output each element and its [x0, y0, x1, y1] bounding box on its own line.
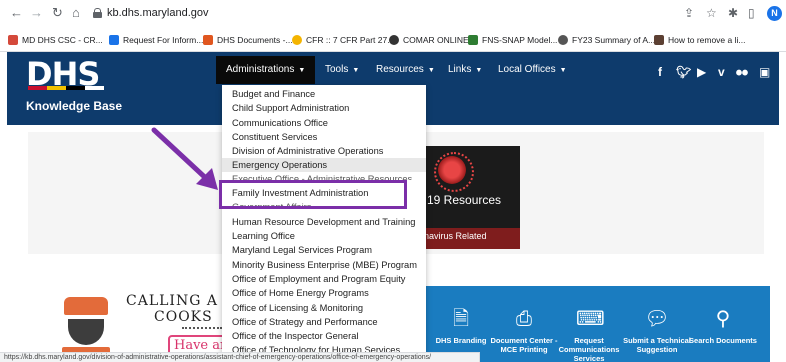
maryland-flag-stripe — [28, 86, 104, 90]
nav-resources[interactable]: Resources ▼ — [376, 56, 435, 84]
keyboard-icon: ⌨ — [576, 308, 605, 330]
quick-links-panel: 🗎︎ DHS Branding ⎙ Document Center - MCE … — [426, 286, 770, 362]
youtube-icon[interactable]: ▶ — [697, 65, 706, 79]
bookmark-favicon-icon — [8, 35, 18, 45]
bookmark-item[interactable]: How to remove a li... — [654, 34, 745, 46]
document-icon: 🗎︎ — [452, 308, 470, 330]
covid-tile-title: 19 Resources — [427, 193, 502, 207]
caret-down-icon: ▼ — [352, 67, 360, 74]
magnifier-icon: ⚲ — [715, 308, 731, 330]
calling-all-cooks-ad[interactable]: CALLING A COOKS Have any — [60, 285, 226, 362]
tile-document-center[interactable]: ⎙ Document Center - MCE Printing — [489, 286, 559, 362]
bookmark-favicon-icon — [468, 35, 478, 45]
dropdown-item[interactable]: Office of the Inspector General — [222, 329, 426, 343]
dropdown-item[interactable]: Child Support Administration — [222, 101, 426, 115]
tile-technical-suggestion[interactable]: 💬︎ Submit a Technical Suggestion — [622, 286, 692, 362]
bookmark-item[interactable]: FY23 Summary of A... — [558, 34, 655, 46]
administrations-dropdown: Budget and Finance Child Support Adminis… — [222, 85, 426, 362]
flickr-icon[interactable]: ⦁⦁ — [736, 65, 748, 79]
caret-down-icon: ▼ — [298, 67, 306, 74]
dropdown-item[interactable]: Constituent Services — [222, 130, 426, 144]
bookmark-item[interactable]: COMAR ONLINE — [389, 34, 469, 46]
caret-down-icon: ▼ — [427, 67, 435, 74]
ad-divider — [182, 327, 222, 330]
dropdown-item[interactable]: Office of Employment and Program Equity — [222, 272, 426, 286]
dropdown-item[interactable]: Learning Office — [222, 229, 426, 243]
covid-resources-tile[interactable]: 19 Resources navirus Related — [418, 146, 520, 249]
dhs-logo[interactable]: DHS — [26, 55, 116, 93]
bookmark-item[interactable]: FNS-SNAP Model... — [468, 34, 557, 46]
browser-toolbar: ← → ↻ ⌂ kb.dhs.maryland.gov ⇪ ☆ ✱ ▯ N — [0, 0, 786, 28]
bookmark-item[interactable]: MD DHS CSC - CR... — [8, 34, 103, 46]
dropdown-item[interactable]: Office of Licensing & Monitoring — [222, 301, 426, 315]
bookmark-item[interactable]: DHS Documents -... — [203, 34, 293, 46]
stand-mixer-icon — [60, 297, 112, 357]
camera-icon[interactable]: ▣ — [759, 65, 770, 79]
pointer-arrow-icon — [151, 127, 218, 190]
twitter-icon[interactable]: 🐦︎ — [676, 65, 691, 79]
dropdown-item[interactable]: Office of Strategy and Performance — [222, 315, 426, 329]
dropdown-item[interactable]: Budget and Finance — [222, 87, 426, 101]
status-bar-url: https://kb.dhs.maryland.gov/division-of-… — [0, 352, 480, 362]
nav-tools[interactable]: Tools ▼ — [325, 56, 359, 84]
coronavirus-icon — [434, 152, 474, 192]
bookmark-favicon-icon — [558, 35, 568, 45]
extensions-icon[interactable]: ✱ — [728, 6, 738, 20]
dropdown-item[interactable]: Maryland Legal Services Program — [222, 243, 426, 257]
caret-down-icon: ▼ — [475, 67, 483, 74]
caret-down-icon: ▼ — [559, 67, 567, 74]
bookmark-favicon-icon — [292, 35, 302, 45]
printer-icon: ⎙ — [516, 308, 532, 330]
share-icon[interactable]: ⇪ — [684, 6, 694, 20]
star-icon[interactable]: ☆ — [706, 6, 717, 20]
bookmark-favicon-icon — [109, 35, 119, 45]
facebook-icon[interactable]: f — [658, 65, 662, 79]
dropdown-item[interactable]: Communications Office — [222, 116, 426, 130]
nav-links[interactable]: Links ▼ — [448, 56, 482, 84]
reload-icon[interactable]: ↻ — [52, 6, 63, 20]
home-icon[interactable]: ⌂ — [72, 6, 80, 20]
lock-icon[interactable] — [93, 8, 102, 18]
profile-avatar[interactable]: N — [767, 6, 782, 21]
nav-administrations[interactable]: Administrations ▼ — [216, 56, 316, 84]
bookmark-favicon-icon — [654, 35, 664, 45]
tile-search-documents[interactable]: ⚲ Search Documents — [688, 286, 758, 362]
dropdown-item-hovered[interactable]: Emergency Operations — [222, 158, 426, 172]
tile-dhs-branding[interactable]: 🗎︎ DHS Branding — [426, 286, 496, 362]
dropdown-item[interactable]: Executive Office - Administrative Resour… — [222, 173, 426, 180]
bookmark-favicon-icon — [203, 35, 213, 45]
covid-tile-band: navirus Related — [418, 228, 520, 249]
dropdown-item[interactable]: Division of Administrative Operations — [222, 144, 426, 158]
dropdown-item[interactable]: Minority Business Enterprise (MBE) Progr… — [222, 258, 426, 272]
nav-local-offices[interactable]: Local Offices ▼ — [498, 56, 567, 84]
sidebar-icon[interactable]: ▯ — [748, 6, 755, 20]
forward-arrow-icon[interactable]: → — [30, 6, 43, 20]
address-bar[interactable]: kb.dhs.maryland.gov — [107, 7, 209, 19]
bookmarks-bar: MD DHS CSC - CR... Request For Inform...… — [0, 28, 786, 52]
dropdown-item[interactable]: Office of Home Energy Programs — [222, 286, 426, 300]
dropdown-item[interactable]: Human Resource Development and Training — [222, 215, 426, 229]
bookmark-favicon-icon — [389, 35, 399, 45]
site-subtitle: Knowledge Base — [26, 99, 123, 113]
back-arrow-icon[interactable]: ← — [10, 6, 23, 20]
vimeo-icon[interactable]: v — [718, 65, 725, 79]
chat-icon: 💬︎ — [644, 308, 670, 330]
ad-headline-line2: COOKS — [154, 309, 213, 325]
bookmark-item[interactable]: Request For Inform... — [109, 34, 203, 46]
tile-request-communications[interactable]: ⌨ Request Communications Services — [554, 286, 624, 362]
covid-tile-subtitle: navirus Related — [424, 231, 487, 241]
bookmark-item[interactable]: CFR :: 7 CFR Part 27... — [292, 34, 394, 46]
highlight-box — [219, 180, 407, 209]
ad-headline-line1: CALLING A — [126, 293, 218, 309]
